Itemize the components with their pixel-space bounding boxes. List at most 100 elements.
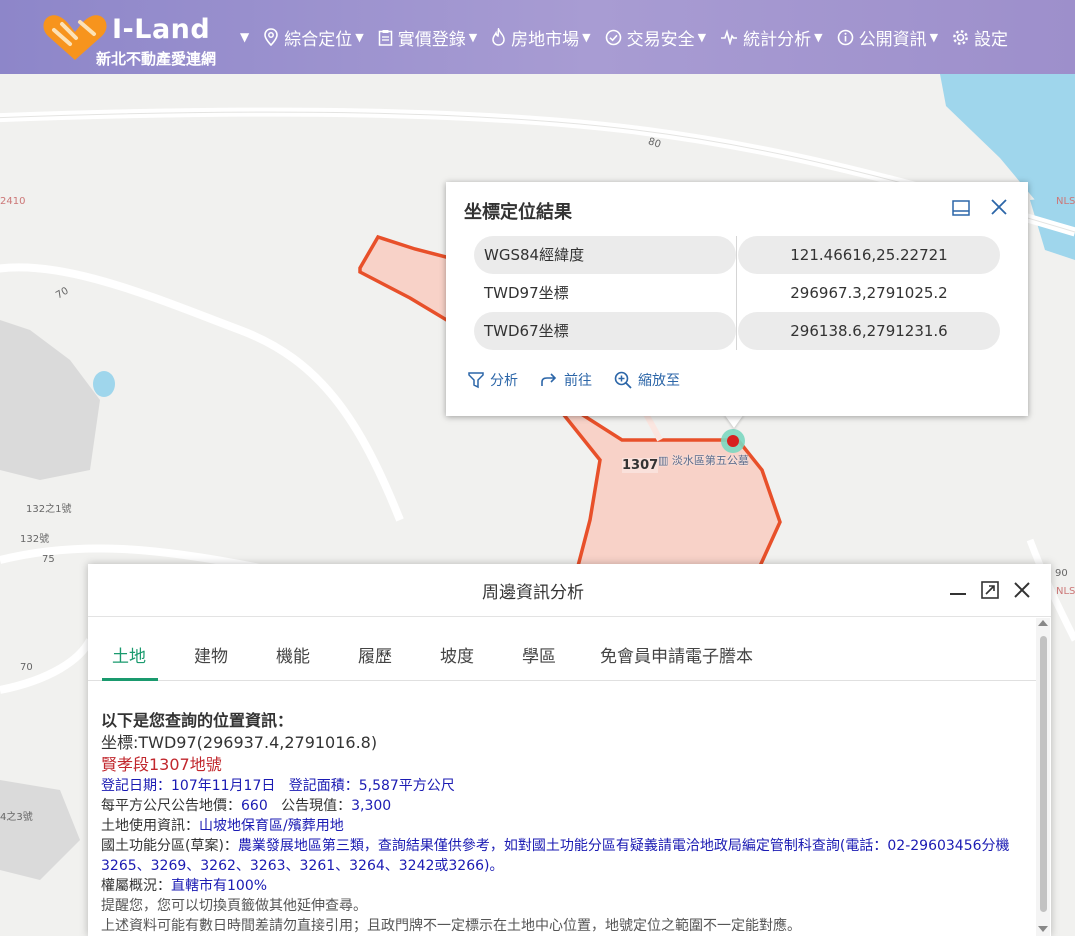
filter-icon (468, 372, 484, 389)
coordinate-table: WGS84經緯度 121.46616,25.22721 TWD97坐標 2969… (472, 236, 1002, 350)
nav-item-public-info[interactable]: 公開資訊 ▼ (837, 25, 938, 50)
nav-label: 實價登錄 (397, 29, 466, 50)
popup-actions: 分析 前往 縮放至 (468, 370, 702, 390)
price-value: 660 (241, 798, 268, 814)
nav-item-settings[interactable]: 設定 (952, 25, 1008, 50)
reg-date-value: 107年11月17日 (171, 778, 276, 794)
popup-pointer (724, 414, 744, 428)
chevron-down-icon: ▼ (697, 30, 707, 44)
content-heading: 以下是您查詢的位置資訊： (101, 711, 294, 730)
goto-button[interactable]: 前往 (540, 370, 592, 390)
tab-building[interactable]: 建物 (194, 642, 228, 667)
chevron-down-icon: ▼ (355, 30, 364, 44)
coord-value: 121.46616,25.22721 (738, 236, 1000, 274)
tab-slope[interactable]: 坡度 (440, 642, 474, 667)
nav-label: 房地市場 (511, 29, 580, 50)
map-road-number: 75 (42, 554, 55, 565)
zoom-label: 縮放至 (638, 373, 680, 389)
scrollbar-thumb[interactable] (1040, 636, 1047, 912)
panel-scrollbar[interactable] (1036, 618, 1050, 936)
map-label: NLS (1056, 196, 1075, 207)
nav-label: 統計分析 (743, 29, 812, 50)
scroll-down-arrow-icon[interactable] (1038, 926, 1048, 932)
query-coordinate: 坐標:TWD97(296937.4,2791016.8) (101, 733, 378, 752)
nav-label: 綜合定位 (284, 29, 353, 50)
current-value-label: 公告現值： (281, 798, 352, 814)
analyze-label: 分析 (490, 373, 518, 389)
zone-value: 農業發展地區第三類，查詢結果僅供參考，如對國土功能分區有疑義請電洽地政局編定管制… (101, 838, 1010, 874)
reg-area-value: 5,587平方公尺 (358, 778, 455, 794)
poi-label: ▥ 淡水區第五公墓 (658, 452, 749, 468)
map-pin-icon (264, 28, 279, 46)
coord-value: 296138.6,2791231.6 (738, 312, 1000, 350)
reg-date-label: 登記日期： (101, 778, 171, 794)
price-label: 每平方公尺公告地價： (101, 798, 241, 814)
parcel-number-label: 1307 (622, 458, 659, 473)
ownership-line: 權屬概況：直轄市有100% (101, 876, 1021, 896)
zone-line: 國土功能分區(草案)：農業發展地區第三類，查詢結果僅供參考，如對國土功能分區有疑… (101, 836, 1021, 876)
chevron-down-icon: ▼ (582, 30, 591, 44)
table-row: TWD67坐標 296138.6,2791231.6 (472, 312, 1002, 350)
coord-key: WGS84經緯度 (474, 236, 736, 274)
disclaimer-note: 上述資料可能有數日時間差請勿直接引用；且政門牌不一定標示在土地中心位置，地號定位… (101, 918, 801, 934)
zoom-to-button[interactable]: 縮放至 (614, 370, 680, 390)
nav-item-market[interactable]: 房地市場 ▼ (491, 25, 591, 50)
zone-label: 國土功能分區(草案)： (101, 838, 238, 854)
site-logo[interactable]: I-Land 新北不動產愛連網 (40, 10, 230, 68)
close-icon[interactable] (1012, 580, 1032, 600)
flame-icon (492, 28, 505, 46)
brand-subtitle: 新北不動產愛連網 (96, 50, 217, 68)
scroll-up-arrow-icon[interactable] (1038, 620, 1048, 626)
tab-land[interactable]: 土地 (112, 642, 146, 667)
reminder-note: 提醒您，您可以切換頁籤做其他延伸查尋。 (101, 898, 367, 914)
minimize-icon[interactable] (948, 580, 968, 600)
tab-e-transcript[interactable]: 免會員申請電子謄本 (600, 642, 753, 667)
pulse-icon (721, 29, 738, 45)
top-navigation-bar: I-Land 新北不動產愛連網 ▼ 綜合定位 ▼ 實價登錄 ▼ 房地市場 ▼ 交易安全… (0, 0, 1075, 74)
close-icon[interactable] (990, 198, 1008, 216)
panel-tabs: 土地 建物 機能 履歷 坡度 學區 免會員申請電子謄本 (88, 634, 1036, 681)
ownership-label: 權屬概況： (101, 878, 171, 894)
info-circle-icon (837, 29, 853, 45)
table-row: TWD97坐標 296967.3,2791025.2 (472, 274, 1002, 312)
tab-history[interactable]: 履歷 (358, 642, 392, 667)
coord-key: TWD97坐標 (474, 274, 736, 312)
clipboard-icon (378, 29, 392, 46)
active-tab-indicator (102, 678, 158, 681)
building-icon: ▥ (658, 454, 669, 467)
nav-item-statistics[interactable]: 統計分析 ▼ (720, 25, 823, 50)
ownership-value: 直轄市有100% (171, 878, 268, 894)
coord-key: TWD67坐標 (474, 312, 736, 350)
current-value: 3,300 (351, 798, 392, 814)
goto-label: 前往 (564, 373, 592, 389)
coordinate-result-popup: 坐標定位結果 WGS84經緯度 121.46616,25.22721 TWD97… (446, 182, 1028, 416)
price-line: 每平方公尺公告地價：660 公告現值：3,300 (101, 796, 1021, 816)
nav-item-price-registry[interactable]: 實價登錄 ▼ (378, 25, 477, 50)
column-divider (736, 236, 737, 350)
map-road-number: 70 (20, 662, 33, 673)
land-use-label: 土地使用資訊： (101, 818, 199, 834)
parcel-name: 賢孝段1307地號 (101, 755, 222, 774)
tab-function[interactable]: 機能 (276, 642, 310, 667)
panel-title: 周邊資訊分析 (482, 583, 584, 603)
nav-item-location[interactable]: 綜合定位 ▼ (263, 25, 364, 50)
land-info-content: 以下是您查詢的位置資訊： 坐標:TWD97(296937.4,2791016.8… (101, 710, 1021, 936)
nav-label: 交易安全 (626, 29, 695, 50)
surrounding-info-panel: 周邊資訊分析 土地 建物 機能 履歷 坡度 學區 免會員申請電子謄本 以下是您查… (88, 564, 1051, 936)
nav-item-safety[interactable]: 交易安全 ▼ (605, 25, 706, 50)
coord-value: 296967.3,2791025.2 (738, 274, 1000, 312)
registration-line: 登記日期：107年11月17日 登記面積：5,587平方公尺 (101, 776, 1021, 796)
analyze-button[interactable]: 分析 (468, 370, 518, 390)
chevron-down-icon: ▼ (929, 30, 939, 44)
dock-icon[interactable] (952, 200, 970, 216)
maximize-icon[interactable] (980, 580, 1000, 600)
map-label: NLS (1056, 586, 1075, 597)
chevron-down-icon: ▼ (468, 30, 478, 44)
nav-caret-down-icon[interactable]: ▼ (240, 30, 249, 44)
panel-header: 周邊資訊分析 (88, 564, 1051, 617)
tab-school-district[interactable]: 學區 (522, 642, 556, 667)
map-address-label: 132之1號 (26, 504, 72, 515)
map-address-label: 2410 (0, 196, 26, 207)
zoom-in-icon (614, 371, 632, 389)
chevron-down-icon: ▼ (814, 30, 823, 44)
